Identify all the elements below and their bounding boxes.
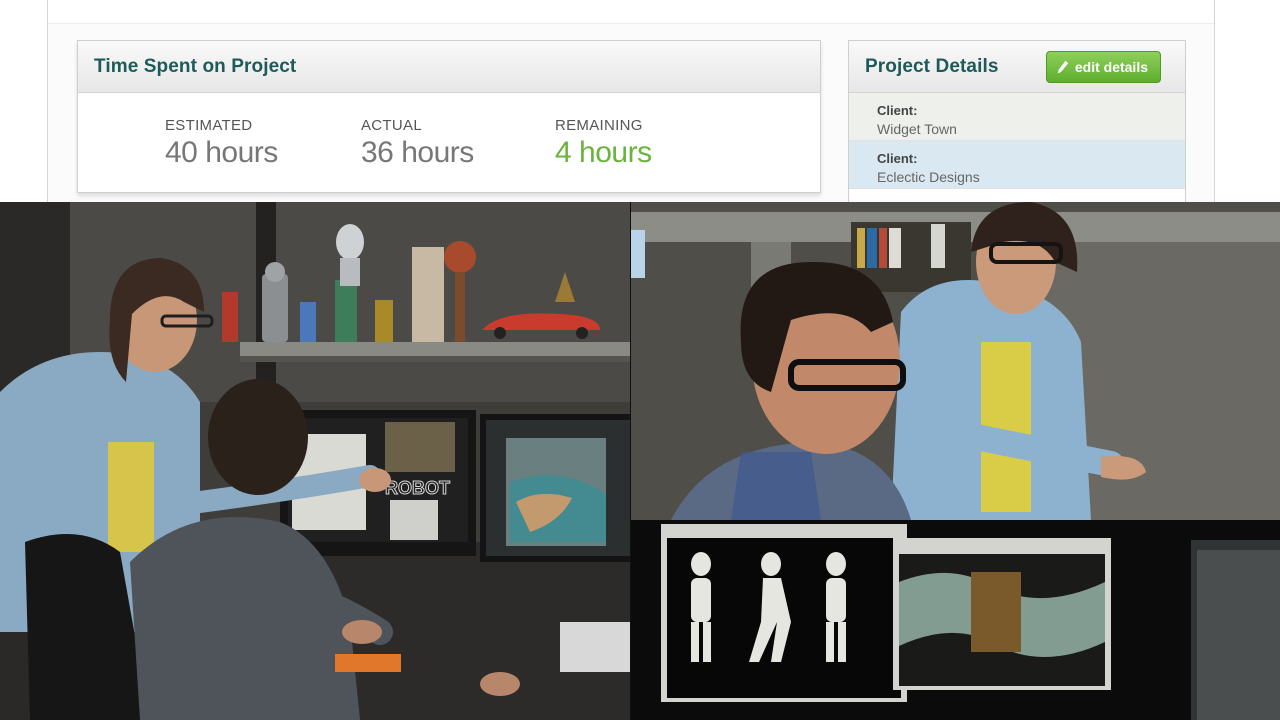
client-name: Widget Town	[877, 121, 957, 137]
time-spent-panel: Time Spent on Project ESTIMATED 40 hours…	[77, 40, 821, 193]
office-scene-right	[631, 202, 1280, 720]
time-panel-title: Time Spent on Project	[94, 55, 297, 77]
robot-monitor-text: ROBOT	[385, 478, 450, 498]
details-panel-title: Project Details	[865, 55, 999, 77]
actual-value: 36 hours	[361, 136, 474, 169]
top-bar	[48, 0, 1214, 24]
client-row[interactable]: Client: Widget Town	[849, 93, 1185, 141]
project-dashboard: Time Spent on Project ESTIMATED 40 hours…	[0, 0, 1280, 202]
estimated-stat: ESTIMATED 40 hours	[165, 117, 278, 170]
client-row[interactable]: Client: Eclectic Designs	[849, 141, 1185, 189]
estimated-value: 40 hours	[165, 136, 278, 169]
edit-details-button[interactable]: edit details	[1045, 51, 1161, 83]
time-stats: ESTIMATED 40 hours ACTUAL 36 hours REMAI…	[78, 93, 820, 193]
remaining-label: REMAINING	[555, 117, 643, 134]
details-panel-header: Project Details edit details	[849, 41, 1185, 93]
office-scene-left-illustration: ROBOT	[0, 202, 630, 720]
pencil-icon	[1057, 60, 1069, 74]
office-scene-left: ROBOT	[0, 202, 630, 720]
time-panel-header: Time Spent on Project	[78, 41, 820, 93]
client-name: Eclectic Designs	[877, 169, 980, 185]
edit-details-label: edit details	[1074, 59, 1148, 75]
actual-stat: ACTUAL 36 hours	[361, 117, 474, 170]
project-details-panel: Project Details edit details Client: Wid…	[848, 40, 1186, 202]
client-label: Client:	[877, 103, 918, 118]
remaining-stat: REMAINING 4 hours	[555, 117, 652, 170]
actual-label: ACTUAL	[361, 117, 422, 134]
estimated-label: ESTIMATED	[165, 117, 253, 134]
remaining-value: 4 hours	[555, 136, 652, 169]
client-label: Client:	[877, 151, 918, 166]
office-scene-right-illustration	[631, 202, 1280, 720]
